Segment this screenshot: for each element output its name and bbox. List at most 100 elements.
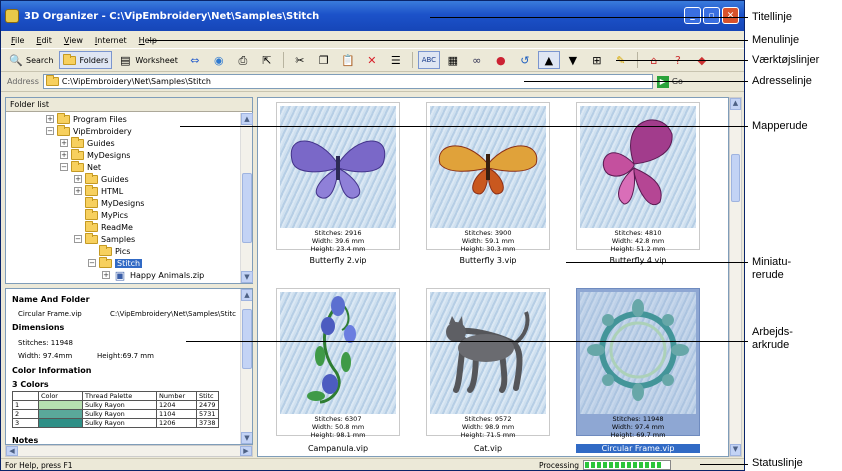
callout-label: Menulinje [752,34,800,46]
section-name-folder: Name And Folder [12,295,90,304]
select-button[interactable]: ⇱ [256,51,278,69]
tree-item[interactable]: MyPics [85,208,128,221]
window-title: 3D Organizer - C:\VipEmbroidery\Net\Samp… [24,10,320,22]
maximize-button[interactable]: ▫ [703,7,720,24]
width-value: Width: 97.4mm [18,352,73,360]
file-name: Circular Frame.vip [18,310,82,318]
processing-label: Processing [539,460,580,470]
tree-item[interactable]: Pics [99,244,130,257]
tree-item[interactable]: + ▣ Happy Animals.zip [102,269,204,281]
menu-view[interactable]: View [64,36,83,45]
thumbnail-scrollbar[interactable]: ▲ ▼ [729,97,742,457]
folder-icon [85,208,98,220]
search-button[interactable]: 🔍 Search [5,51,57,69]
cut-button[interactable]: ✂ [289,51,311,69]
thumbnail-card[interactable]: Stitches: 6307 Width: 50.8 mm Height: 98.1… [276,288,400,439]
callout-label: Statuslinje [752,457,803,469]
tree-item[interactable]: + Guides [74,172,129,185]
thumbnail-caption[interactable]: Butterfly 4.vip [576,256,700,265]
scroll-thumb[interactable] [731,154,740,202]
scroll-up-icon[interactable]: ▲ [241,113,253,125]
tree-item[interactable]: − Net [60,160,101,173]
scroll-up-icon[interactable]: ▲ [730,98,741,110]
callout-line [566,262,748,263]
thumbnail-card[interactable]: Stitches: 4810 Width: 42.8 mm Height: 51.2… [576,102,700,253]
folder-icon [85,220,98,232]
menu-file[interactable]: File [11,36,24,45]
table-row: 1 Sulky Rayon 1204 2479 [12,400,219,410]
scroll-down-icon[interactable]: ▼ [241,271,253,283]
folder-scrollbar[interactable]: ▲ ▼ [240,113,253,283]
sync-button[interactable]: ⇔ [184,51,206,69]
tree-item[interactable]: + Guides [60,136,115,149]
views-button[interactable]: ☰ [385,51,407,69]
scroll-up-icon[interactable]: ▲ [241,289,252,301]
collapse-icon: − [74,235,82,243]
tree-item[interactable]: − Samples [74,232,135,245]
thumbnail-caption[interactable]: Cat.vip [426,444,550,453]
thumbnail-caption[interactable]: Butterfly 3.vip [426,256,550,265]
scroll-down-icon[interactable]: ▼ [241,432,252,444]
table-row: 2 Sulky Rayon 1104 5731 [12,409,219,419]
copy-button[interactable]: ❐ [313,51,335,69]
grid-button[interactable]: ▦ [442,51,464,69]
thumbnail-card[interactable]: Stitches: 2916 Width: 39.6 mm Height: 23.4… [276,102,400,253]
thumbnail-pane: Stitches: 2916 Width: 39.6 mm Height: 23.4… [257,97,729,457]
worksheet-hscrollbar[interactable]: ◀ ▶ [5,445,253,457]
color-table: Color Thread Palette Number Stitc 1 Sulky… [12,391,219,428]
tree-item[interactable]: + MyDesigns [60,148,130,161]
link-button[interactable]: ∞ [466,51,488,69]
layout-button[interactable]: ⊞ [586,51,608,69]
scroll-thumb[interactable] [242,309,252,369]
thumbnail-caption[interactable]: Campanula.vip [276,444,400,453]
thumbnail-card-selected[interactable]: Stitches: 11948 Width: 97.4 mm Height: 69.… [576,288,700,439]
up-button[interactable]: ▲ [537,51,560,69]
rotate-button[interactable]: ↺ [514,51,536,69]
color-swatch [38,409,83,419]
copy-icon: ❐ [318,53,329,67]
folder-icon [85,196,98,208]
tree-item[interactable]: ReadMe [85,220,133,233]
progress-fill [585,462,663,468]
minimize-button[interactable]: _ [684,7,701,24]
down-button[interactable]: ▼ [562,51,584,69]
grid-icon: ▦ [447,53,459,67]
menu-edit[interactable]: Edit [36,36,52,45]
triangle-up-icon: ▲ [544,53,554,67]
design-image [280,292,396,414]
expand-icon: + [102,271,110,279]
tree-item[interactable]: + Program Files [46,113,127,125]
scroll-thumb[interactable] [242,173,252,243]
design-image [580,106,696,228]
link-icon: ∞ [472,53,482,67]
color-button[interactable]: ● [490,51,512,69]
expand-icon: + [74,187,82,195]
paste-button[interactable]: 📋 [337,51,359,69]
abc-button[interactable]: ABC [417,51,440,69]
address-bar: Address C:\VipEmbroidery\Net\Samples\Sti… [1,72,744,92]
title-bar[interactable]: 3D Organizer - C:\VipEmbroidery\Net\Samp… [1,1,744,31]
globe-icon: ◉ [214,53,224,67]
folders-button[interactable]: Folders [59,51,113,69]
thumbnail-card[interactable]: Stitches: 9572 Width: 98.9 mm Height: 71.5… [426,288,550,439]
tree-item[interactable]: − VipEmbroidery [46,124,132,137]
thumbnail-caption[interactable]: Butterfly 2.vip [276,256,400,265]
menu-internet[interactable]: Internet [95,36,127,45]
scroll-right-icon[interactable]: ▶ [240,446,252,456]
print-button[interactable]: ⎙ [232,51,254,69]
worksheet-scrollbar[interactable]: ▲ ▼ [240,289,252,444]
scroll-left-icon[interactable]: ◀ [6,446,18,456]
close-button[interactable]: ✕ [722,7,739,24]
pointer-icon: ⇱ [262,53,272,67]
design-image [430,292,546,414]
column-header: Number [156,391,197,401]
delete-button[interactable]: ✕ [361,51,383,69]
expand-icon: + [60,151,68,159]
scroll-down-icon[interactable]: ▼ [730,444,741,456]
thumbnail-card[interactable]: Stitches: 3900 Width: 59.1 mm Height: 30.3… [426,102,550,253]
tree-item[interactable]: + HTML [74,184,123,197]
worksheet-button[interactable]: ▤ Worksheet [114,51,181,69]
internet-button[interactable]: ◉ [208,51,230,69]
tree-item[interactable]: MyDesigns [85,196,144,209]
thumbnail-caption-selected[interactable]: Circular Frame.vip [576,444,700,453]
